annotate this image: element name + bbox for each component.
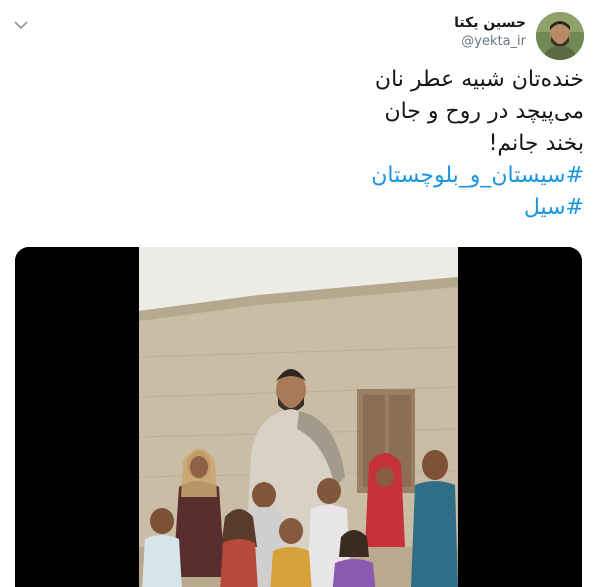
hashtag-link[interactable]: #سیستان_و_بلوچستان [24, 160, 584, 192]
video-frame-image [15, 247, 582, 587]
author-handle[interactable]: @yekta_ir [454, 33, 526, 51]
tweet-text: خنده‌تان شبیه عطر نان می‌پیچد در روح و ج… [24, 64, 584, 224]
avatar[interactable] [536, 12, 584, 60]
hashtag-link[interactable]: #سیل [24, 192, 584, 224]
tweet-text-line: بخند جانم! [488, 131, 584, 156]
tweet-header: حسین یکتا @yekta_ir [454, 12, 584, 60]
author-display-name[interactable]: حسین یکتا [454, 13, 526, 33]
author-names: حسین یکتا @yekta_ir [454, 13, 526, 51]
chevron-down-icon[interactable] [14, 16, 28, 30]
tweet-text-line: می‌پیچد در روح و جان [384, 99, 584, 124]
video-thumbnail[interactable] [15, 247, 582, 587]
tweet-text-line: خنده‌تان شبیه عطر نان [374, 67, 584, 92]
tweet-card: حسین یکتا @yekta_ir خنده‌تان شبیه عطر نا… [0, 0, 600, 587]
